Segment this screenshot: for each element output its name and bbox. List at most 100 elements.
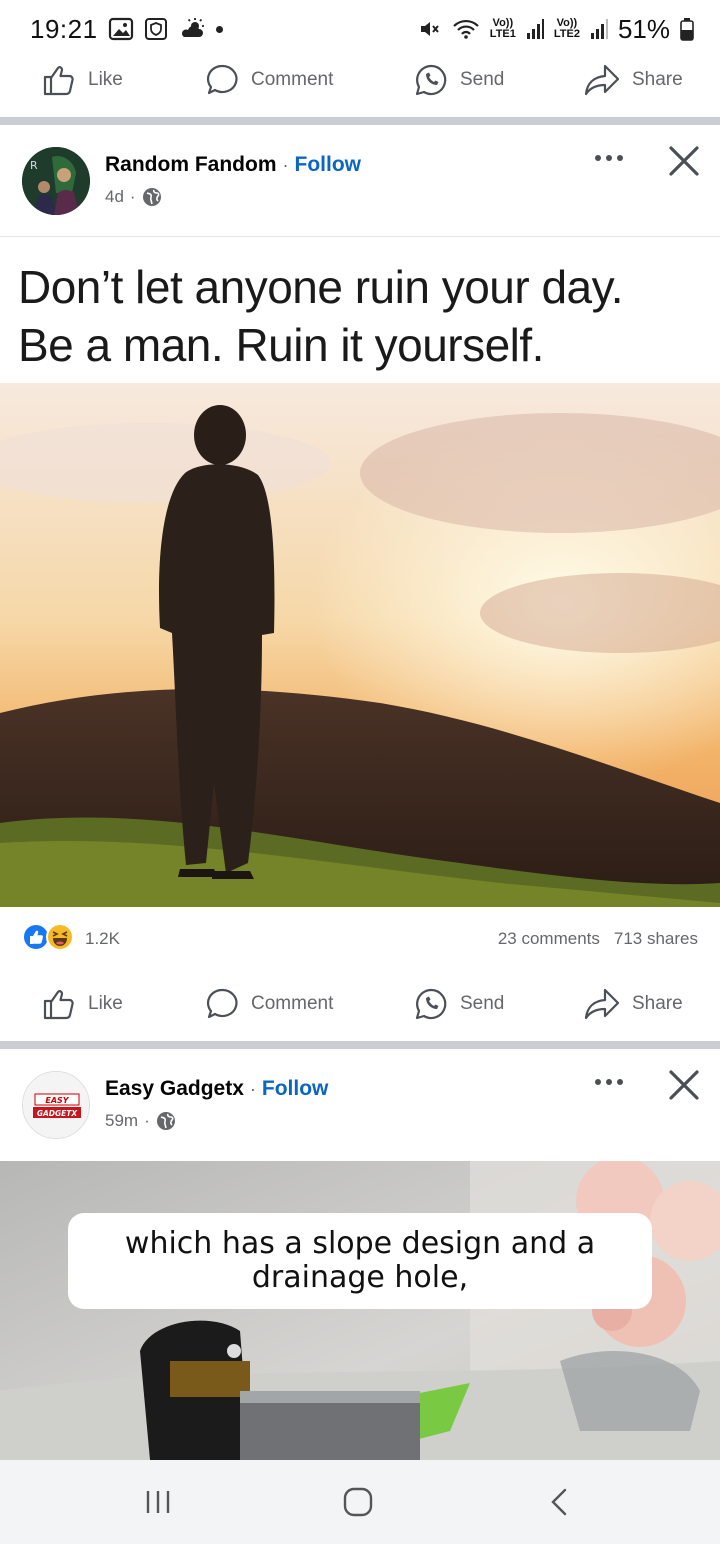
post1-header: R Random Fandom · Follow 4d · xyxy=(0,125,720,235)
send-button[interactable]: Send xyxy=(414,63,504,97)
battery-icon xyxy=(680,17,694,41)
send-label: Send xyxy=(460,993,505,1014)
avatar-logo-text-bottom: GADGETX xyxy=(37,1109,79,1118)
post1-action-bar: Like Comment Send Share xyxy=(0,974,720,1034)
post2-more-options-button[interactable] xyxy=(588,1067,630,1097)
like-label: Like xyxy=(88,993,123,1014)
close-icon xyxy=(669,1070,699,1100)
comment-icon xyxy=(206,988,238,1019)
send-label: Send xyxy=(460,69,505,90)
mute-icon xyxy=(418,17,442,41)
post0-action-bar: Like Comment Send Share xyxy=(0,50,720,110)
share-button[interactable]: Share xyxy=(584,987,683,1021)
close-icon xyxy=(669,146,699,176)
title-separator: · xyxy=(282,154,289,175)
caption-line-1: which has a slope design and a xyxy=(124,1226,596,1261)
title-separator: · xyxy=(249,1078,256,1099)
dot-icon xyxy=(595,1079,601,1085)
video-caption: which has a slope design and a drainage … xyxy=(68,1213,652,1309)
dot-icon xyxy=(595,155,601,161)
comment-button[interactable]: Comment xyxy=(205,63,333,97)
post1-close-button[interactable] xyxy=(666,143,702,184)
weather-icon xyxy=(178,17,206,41)
thumbs-up-icon xyxy=(43,66,74,96)
home-button[interactable] xyxy=(298,1460,418,1544)
reaction-count[interactable]: 1.2K xyxy=(85,929,120,949)
dot-icon xyxy=(617,155,623,161)
post1-reactions-row: 1.2K 23 comments 713 shares xyxy=(0,909,720,965)
share-arrow-icon xyxy=(584,64,620,96)
post1-title-row: Random Fandom · Follow xyxy=(105,153,361,177)
dot-icon xyxy=(606,1079,612,1085)
shield-app-icon xyxy=(144,17,168,41)
post2-title-row: Easy Gadgetx · Follow xyxy=(105,1077,328,1101)
post1-follow-button[interactable]: Follow xyxy=(295,153,362,177)
header-divider xyxy=(0,236,720,237)
avatar-logo-text-top: EASY xyxy=(45,1096,69,1105)
post2-close-button[interactable] xyxy=(666,1067,702,1108)
meta-separator: · xyxy=(144,1111,150,1130)
share-arrow-icon xyxy=(584,988,620,1020)
shares-count[interactable]: 713 shares xyxy=(614,929,698,949)
post2-page-name[interactable]: Easy Gadgetx xyxy=(105,1077,244,1101)
post1-photo[interactable] xyxy=(0,383,720,907)
whatsapp-icon xyxy=(415,64,447,96)
post-divider xyxy=(0,117,720,125)
status-left: 19:21 xyxy=(30,14,223,45)
thumbs-up-icon xyxy=(43,990,74,1020)
dot-icon xyxy=(606,155,612,161)
home-icon xyxy=(343,1487,373,1517)
whatsapp-icon xyxy=(415,988,447,1020)
gallery-icon xyxy=(108,17,134,41)
post1-meta: 4d · xyxy=(105,187,162,207)
like-label: Like xyxy=(88,69,123,90)
post2-time[interactable]: 59m xyxy=(105,1111,138,1131)
share-label: Share xyxy=(632,69,683,90)
post1-meme-caption: Don’t let anyone ruin your day. Be a man… xyxy=(0,240,720,383)
globe-icon xyxy=(142,188,161,206)
svg-text:R: R xyxy=(30,159,38,172)
comment-button[interactable]: Comment xyxy=(205,987,333,1021)
post1-avatar[interactable]: R xyxy=(22,147,90,215)
haha-reaction-icon xyxy=(46,923,74,951)
post1-more-options-button[interactable] xyxy=(588,143,630,173)
back-button[interactable] xyxy=(500,1460,620,1544)
send-button[interactable]: Send xyxy=(414,987,504,1021)
comments-count[interactable]: 23 comments xyxy=(498,929,600,949)
post1-engagement-stats: 23 comments 713 shares xyxy=(498,929,698,949)
post-divider xyxy=(0,1041,720,1049)
post2-avatar[interactable]: EASY GADGETX xyxy=(22,1071,90,1139)
like-button[interactable]: Like xyxy=(42,63,123,97)
recent-apps-button[interactable] xyxy=(98,1460,218,1544)
post1-page-name[interactable]: Random Fandom xyxy=(105,153,277,177)
system-navigation-bar xyxy=(0,1460,720,1544)
recent-apps-icon xyxy=(146,1491,170,1513)
share-label: Share xyxy=(632,993,683,1014)
like-button[interactable]: Like xyxy=(42,987,123,1021)
battery-percent: 51% xyxy=(617,13,670,44)
post2-header: EASY GADGETX Easy Gadgetx · Follow 59m · xyxy=(0,1049,720,1159)
caption-line-2: drainage hole, xyxy=(251,1260,469,1295)
post2-follow-button[interactable]: Follow xyxy=(262,1077,329,1101)
post2-video[interactable]: which has a slope design and a drainage … xyxy=(0,1161,720,1460)
sim1-network-label: Vo)) LTE1 xyxy=(489,17,516,40)
comment-label: Comment xyxy=(251,993,334,1014)
comment-icon xyxy=(206,64,238,95)
back-icon xyxy=(551,1488,567,1516)
globe-icon xyxy=(156,1112,175,1130)
post2-meta: 59m · xyxy=(105,1111,176,1131)
post1-time[interactable]: 4d xyxy=(105,187,124,207)
status-time: 19:21 xyxy=(30,13,98,44)
reaction-icons[interactable] xyxy=(22,923,74,951)
notification-dot xyxy=(215,25,223,33)
dot-icon xyxy=(617,1079,623,1085)
meme-line-2: Be a man. Ruin it yourself. xyxy=(18,319,544,371)
signal-icon xyxy=(526,18,544,40)
share-button[interactable]: Share xyxy=(584,63,683,97)
sim2-network-label: Vo)) LTE2 xyxy=(553,17,580,40)
meta-separator: · xyxy=(129,187,136,206)
wifi-icon xyxy=(452,17,480,41)
meme-line-1: Don’t let anyone ruin your day. xyxy=(18,261,624,313)
status-right: Vo)) LTE1 Vo)) LTE2 51% xyxy=(418,14,694,45)
comment-label: Comment xyxy=(251,69,334,90)
